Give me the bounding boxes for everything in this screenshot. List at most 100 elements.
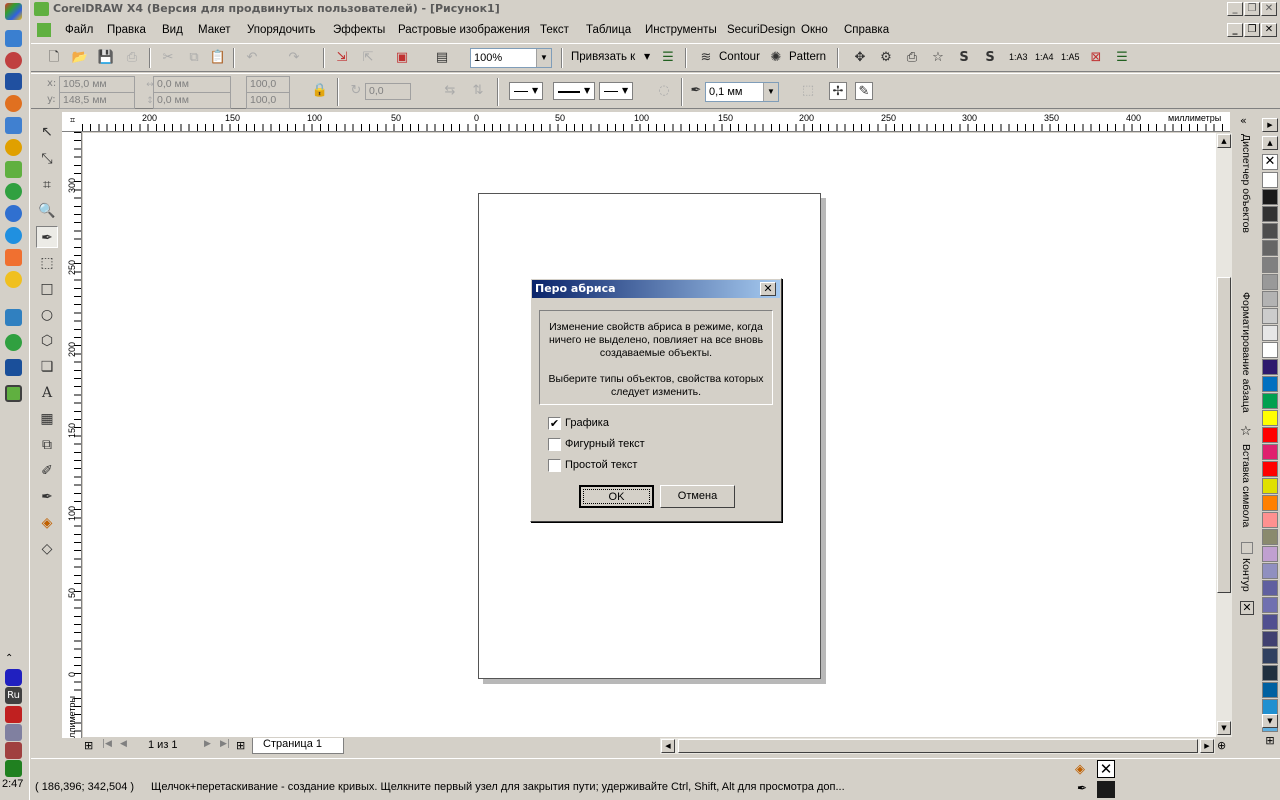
- import-icon[interactable]: ⇲: [333, 49, 351, 67]
- scroll-right-icon[interactable]: ▶: [1200, 739, 1214, 753]
- save-icon[interactable]: [5, 73, 22, 90]
- color-swatch[interactable]: [1262, 665, 1278, 681]
- horizontal-scroll-thumb[interactable]: [678, 739, 1198, 753]
- chrome-icon[interactable]: [5, 334, 22, 351]
- firefox-icon[interactable]: [5, 95, 22, 112]
- color-swatch[interactable]: [1262, 172, 1278, 188]
- signal-icon[interactable]: [5, 760, 22, 777]
- stamp-icon[interactable]: ⚙: [877, 49, 895, 67]
- palette-down-icon[interactable]: ▼: [1262, 714, 1278, 728]
- no-color-icon[interactable]: ✕: [1262, 154, 1278, 170]
- add-page-icon[interactable]: ⊞: [84, 739, 93, 752]
- welcome-screen-icon[interactable]: ▤: [433, 49, 451, 67]
- table-tool-icon[interactable]: ▦: [36, 408, 58, 430]
- tab-object-manager[interactable]: Диспетчер объектов: [1240, 134, 1252, 233]
- volume-icon[interactable]: [5, 724, 22, 741]
- scale-y-field[interactable]: 100,0: [246, 92, 290, 109]
- app-icon[interactable]: [5, 139, 22, 156]
- color-swatch[interactable]: [1262, 393, 1278, 409]
- tray-icon[interactable]: [5, 742, 22, 759]
- prev-page-icon[interactable]: ◀: [120, 739, 127, 749]
- polygon-tool-icon[interactable]: ⬡: [36, 330, 58, 352]
- menu-window[interactable]: Окно: [801, 24, 828, 36]
- palette-scroll-up-icon[interactable]: ▶: [1262, 118, 1278, 132]
- color-swatch[interactable]: [1262, 427, 1278, 443]
- start-arrow-dropdown[interactable]: ▼: [509, 82, 543, 100]
- rectangle-tool-icon[interactable]: □: [36, 278, 58, 300]
- graphics-label[interactable]: Графика: [565, 417, 609, 429]
- menu-table[interactable]: Таблица: [586, 24, 631, 36]
- export-icon[interactable]: ⇱: [359, 49, 377, 67]
- tab-page-1[interactable]: Страница 1: [252, 738, 344, 754]
- minimize-button[interactable]: _: [1227, 2, 1243, 16]
- app-icon[interactable]: [5, 52, 22, 69]
- color-swatch[interactable]: [1262, 189, 1278, 205]
- palette-up-icon[interactable]: ▲: [1262, 136, 1278, 150]
- app-icon[interactable]: [5, 205, 22, 222]
- vertical-scrollbar[interactable]: ▲ ▼: [1216, 133, 1232, 737]
- app-icon[interactable]: [5, 161, 22, 178]
- color-swatch[interactable]: [1262, 495, 1278, 511]
- close-docker-icon[interactable]: ✕: [1240, 601, 1254, 615]
- app-icon[interactable]: [5, 249, 22, 266]
- color-swatch[interactable]: [1262, 631, 1278, 647]
- app-icon[interactable]: [5, 309, 22, 326]
- color-swatch[interactable]: [1262, 325, 1278, 341]
- smart-fill-icon[interactable]: ⬚: [36, 252, 58, 274]
- scroll-left-icon[interactable]: ◀: [661, 739, 675, 753]
- ie-icon[interactable]: [5, 30, 22, 47]
- app-icon[interactable]: [5, 117, 22, 134]
- menu-edit[interactable]: Правка: [107, 24, 146, 36]
- tab-paragraph-formatting[interactable]: Форматирование абзаца: [1240, 292, 1252, 413]
- palette-flyout-icon[interactable]: ⊞: [1262, 734, 1278, 748]
- color-swatch[interactable]: [1262, 580, 1278, 596]
- line-style-dropdown[interactable]: ▼: [553, 82, 595, 100]
- outline-width-combo[interactable]: 0,1 мм ▼: [705, 82, 779, 102]
- color-swatch[interactable]: [1262, 682, 1278, 698]
- fill-tool-icon[interactable]: ◈: [36, 512, 58, 534]
- crop-tool-icon[interactable]: ⌗: [36, 174, 58, 196]
- color-swatch[interactable]: [1262, 648, 1278, 664]
- close-curve-icon[interactable]: ◌: [655, 82, 673, 100]
- color-swatch[interactable]: [1262, 257, 1278, 273]
- color-swatch[interactable]: [1262, 512, 1278, 528]
- menu-file[interactable]: Файл: [65, 24, 93, 36]
- chevron-up-icon[interactable]: ⌃: [5, 653, 22, 665]
- puzzle-icon[interactable]: ✥: [851, 49, 869, 67]
- app-icon[interactable]: [5, 227, 22, 244]
- lock-ratio-icon[interactable]: 🔒: [311, 82, 329, 100]
- interactive-fill-icon[interactable]: ◇: [36, 538, 58, 560]
- star-icon[interactable]: ☆: [929, 49, 947, 67]
- color-swatch[interactable]: [1262, 699, 1278, 715]
- layout-a4-button[interactable]: 1:A4: [1035, 52, 1054, 62]
- app-launcher-icon[interactable]: ▣: [393, 49, 411, 67]
- pen-tool-icon[interactable]: ✒: [36, 226, 58, 248]
- color-swatch[interactable]: [1262, 461, 1278, 477]
- pick-tool-icon[interactable]: ↖: [36, 121, 58, 143]
- pattern-button[interactable]: Pattern: [789, 51, 826, 63]
- y-position-field[interactable]: 148,5 мм: [59, 92, 135, 109]
- dialog-close-button[interactable]: ✕: [760, 282, 776, 296]
- ok-button[interactable]: OK: [579, 485, 654, 508]
- chevron-down-icon[interactable]: ▼: [644, 52, 650, 61]
- open-icon[interactable]: 📂: [71, 49, 89, 67]
- color-swatch[interactable]: [1262, 342, 1278, 358]
- first-page-icon[interactable]: |◀: [102, 739, 112, 749]
- contour-icon[interactable]: ≋: [697, 49, 715, 67]
- text-tool-icon[interactable]: A: [36, 382, 58, 404]
- end-arrow-dropdown[interactable]: ▼: [599, 82, 633, 100]
- cut-icon[interactable]: ✂: [159, 49, 177, 67]
- copy-icon[interactable]: ⧉: [185, 49, 203, 67]
- color-swatch[interactable]: [1262, 529, 1278, 545]
- angle-field[interactable]: 0,0: [365, 83, 411, 100]
- mirror-v-icon[interactable]: ⇅: [469, 82, 487, 100]
- color-swatch[interactable]: [1262, 546, 1278, 562]
- list-icon[interactable]: ☰: [1113, 49, 1131, 67]
- layout-a3-button[interactable]: 1:A3: [1009, 52, 1028, 62]
- scroll-down-icon[interactable]: ▼: [1217, 721, 1231, 735]
- new-icon[interactable]: 🗋: [45, 49, 63, 67]
- horizontal-scrollbar[interactable]: ◀ ▶: [660, 738, 1215, 754]
- printer-icon[interactable]: ⎙: [903, 49, 921, 67]
- menu-text[interactable]: Текст: [540, 24, 569, 36]
- color-swatch[interactable]: [1262, 223, 1278, 239]
